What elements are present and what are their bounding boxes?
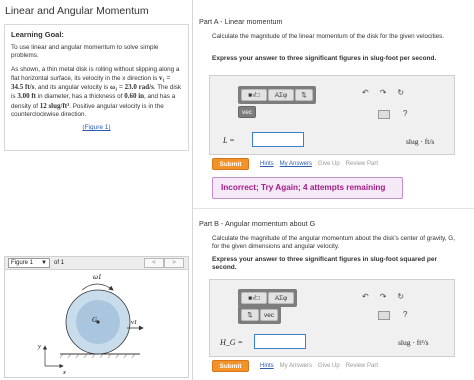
reset-icon[interactable]: ↻ bbox=[397, 88, 404, 97]
figure-count: of 1 bbox=[54, 260, 65, 266]
part-b-math-toolbar: ■√□ AΣφ bbox=[238, 289, 297, 307]
part-a-description: Calculate the magnitude of the linear mo… bbox=[212, 33, 445, 40]
next-figure-button[interactable]: > bbox=[164, 258, 184, 268]
arrows-button[interactable]: ⇅ bbox=[241, 309, 259, 321]
figure-nav-bar: Figure 1 ▼ of 1 < > bbox=[4, 256, 189, 270]
part-a-instructions: Express your answer to three significant… bbox=[212, 55, 437, 62]
figure-link[interactable]: (Figure 1) bbox=[11, 124, 182, 131]
chevron-down-icon: ▼ bbox=[41, 260, 47, 266]
part-b-instructions: Express your answer to three significant… bbox=[212, 256, 438, 271]
figure-select-value: Figure 1 bbox=[11, 260, 34, 266]
velocity-label: v1 bbox=[131, 319, 137, 326]
undo-icon[interactable]: ↶ bbox=[362, 88, 369, 97]
give-up-link[interactable]: Give Up bbox=[318, 161, 340, 167]
part-b-answer-input[interactable] bbox=[254, 334, 306, 349]
reset-icon[interactable]: ↻ bbox=[397, 292, 404, 301]
disk-figure: ω1 G v1 y x bbox=[37, 273, 144, 376]
help-icon[interactable]: ? bbox=[403, 109, 407, 118]
part-b-description: Calculate the magnitude of the angular m… bbox=[212, 235, 455, 250]
undo-icon[interactable]: ↶ bbox=[362, 292, 369, 301]
right-panel: Part A - Linear momentum Calculate the m… bbox=[193, 0, 474, 380]
part-b-links: Hints My Answers Give Up Review Part bbox=[260, 363, 378, 369]
keyboard-icon[interactable] bbox=[378, 110, 390, 119]
center-label: G bbox=[92, 316, 97, 324]
part-separator bbox=[193, 208, 474, 209]
part-a-answer-box: ■√□ AΣφ ⇅ vec ↶ ↷ ↻ ? L = slug · ft/s bbox=[209, 75, 455, 155]
hints-link[interactable]: Hints bbox=[260, 161, 274, 167]
part-a-variable-label: L = bbox=[223, 136, 235, 145]
figure-select[interactable]: Figure 1 ▼ bbox=[8, 258, 50, 268]
part-b-submit-button[interactable]: Submit bbox=[212, 360, 249, 372]
vector-button[interactable]: vec bbox=[260, 309, 278, 321]
figure-area: ω1 G v1 y x bbox=[4, 270, 189, 378]
part-b-edit-controls: ↶ ↷ ↻ bbox=[362, 292, 404, 301]
part-a-math-toolbar: ■√□ AΣφ ⇅ bbox=[238, 86, 316, 104]
part-a-title: Part A - Linear momentum bbox=[199, 17, 283, 26]
left-panel: Linear and Angular Momentum Learning Goa… bbox=[0, 0, 193, 380]
redo-icon[interactable]: ↷ bbox=[380, 292, 387, 301]
learning-goal-box: Learning Goal: To use linear and angular… bbox=[4, 24, 189, 151]
give-up-link[interactable]: Give Up bbox=[318, 363, 340, 369]
part-b-math-toolbar-row-2: ⇅ vec bbox=[238, 306, 281, 324]
part-a-feedback: Incorrect; Try Again; 4 attempts remaini… bbox=[212, 177, 403, 199]
learning-goal-title: Learning Goal: bbox=[11, 30, 64, 39]
greek-symbols-button[interactable]: AΣφ bbox=[268, 89, 294, 101]
my-answers-link[interactable]: My Answers bbox=[280, 363, 312, 369]
review-part-link[interactable]: Review Part bbox=[346, 161, 378, 167]
part-b-answer-box: ■√□ AΣφ ⇅ vec ↶ ↷ ↻ ? H_G = slug · ft²/s bbox=[209, 279, 455, 357]
part-b-variable-label: H_G = bbox=[220, 338, 243, 347]
review-part-link[interactable]: Review Part bbox=[346, 363, 378, 369]
part-a-answer-input[interactable] bbox=[252, 132, 304, 147]
part-a-unit: slug · ft/s bbox=[406, 137, 435, 146]
part-b-title: Part B - Angular momentum about G bbox=[199, 219, 316, 228]
part-a-submit-button[interactable]: Submit bbox=[212, 158, 249, 170]
page-title: Linear and Angular Momentum bbox=[5, 5, 149, 17]
my-answers-link[interactable]: My Answers bbox=[280, 161, 312, 167]
templates-button[interactable]: ■√□ bbox=[241, 292, 267, 304]
keyboard-icon[interactable] bbox=[378, 311, 390, 320]
help-icon[interactable]: ? bbox=[403, 310, 407, 319]
greek-symbols-button[interactable]: AΣφ bbox=[268, 292, 294, 304]
learning-goal-text: To use linear and angular momentum to so… bbox=[11, 44, 159, 60]
redo-icon[interactable]: ↷ bbox=[380, 88, 387, 97]
angular-velocity-arrow bbox=[81, 283, 114, 291]
part-a-links: Hints My Answers Give Up Review Part bbox=[260, 161, 378, 167]
templates-button[interactable]: ■√□ bbox=[241, 89, 267, 101]
y-axis-label: y bbox=[37, 343, 41, 350]
problem-description: As shown, a thin metal disk is rolling w… bbox=[11, 65, 182, 119]
arrows-button[interactable]: ⇅ bbox=[295, 89, 313, 101]
x-axis-label: x bbox=[62, 369, 66, 376]
omega-label: ω1 bbox=[93, 273, 101, 281]
vector-button[interactable]: vec bbox=[238, 106, 256, 118]
part-b-unit: slug · ft²/s bbox=[398, 338, 429, 347]
previous-figure-button[interactable]: < bbox=[144, 258, 164, 268]
part-a-edit-controls: ↶ ↷ ↻ bbox=[362, 88, 404, 97]
ground-hatch bbox=[59, 353, 136, 359]
hints-link[interactable]: Hints bbox=[260, 363, 274, 369]
